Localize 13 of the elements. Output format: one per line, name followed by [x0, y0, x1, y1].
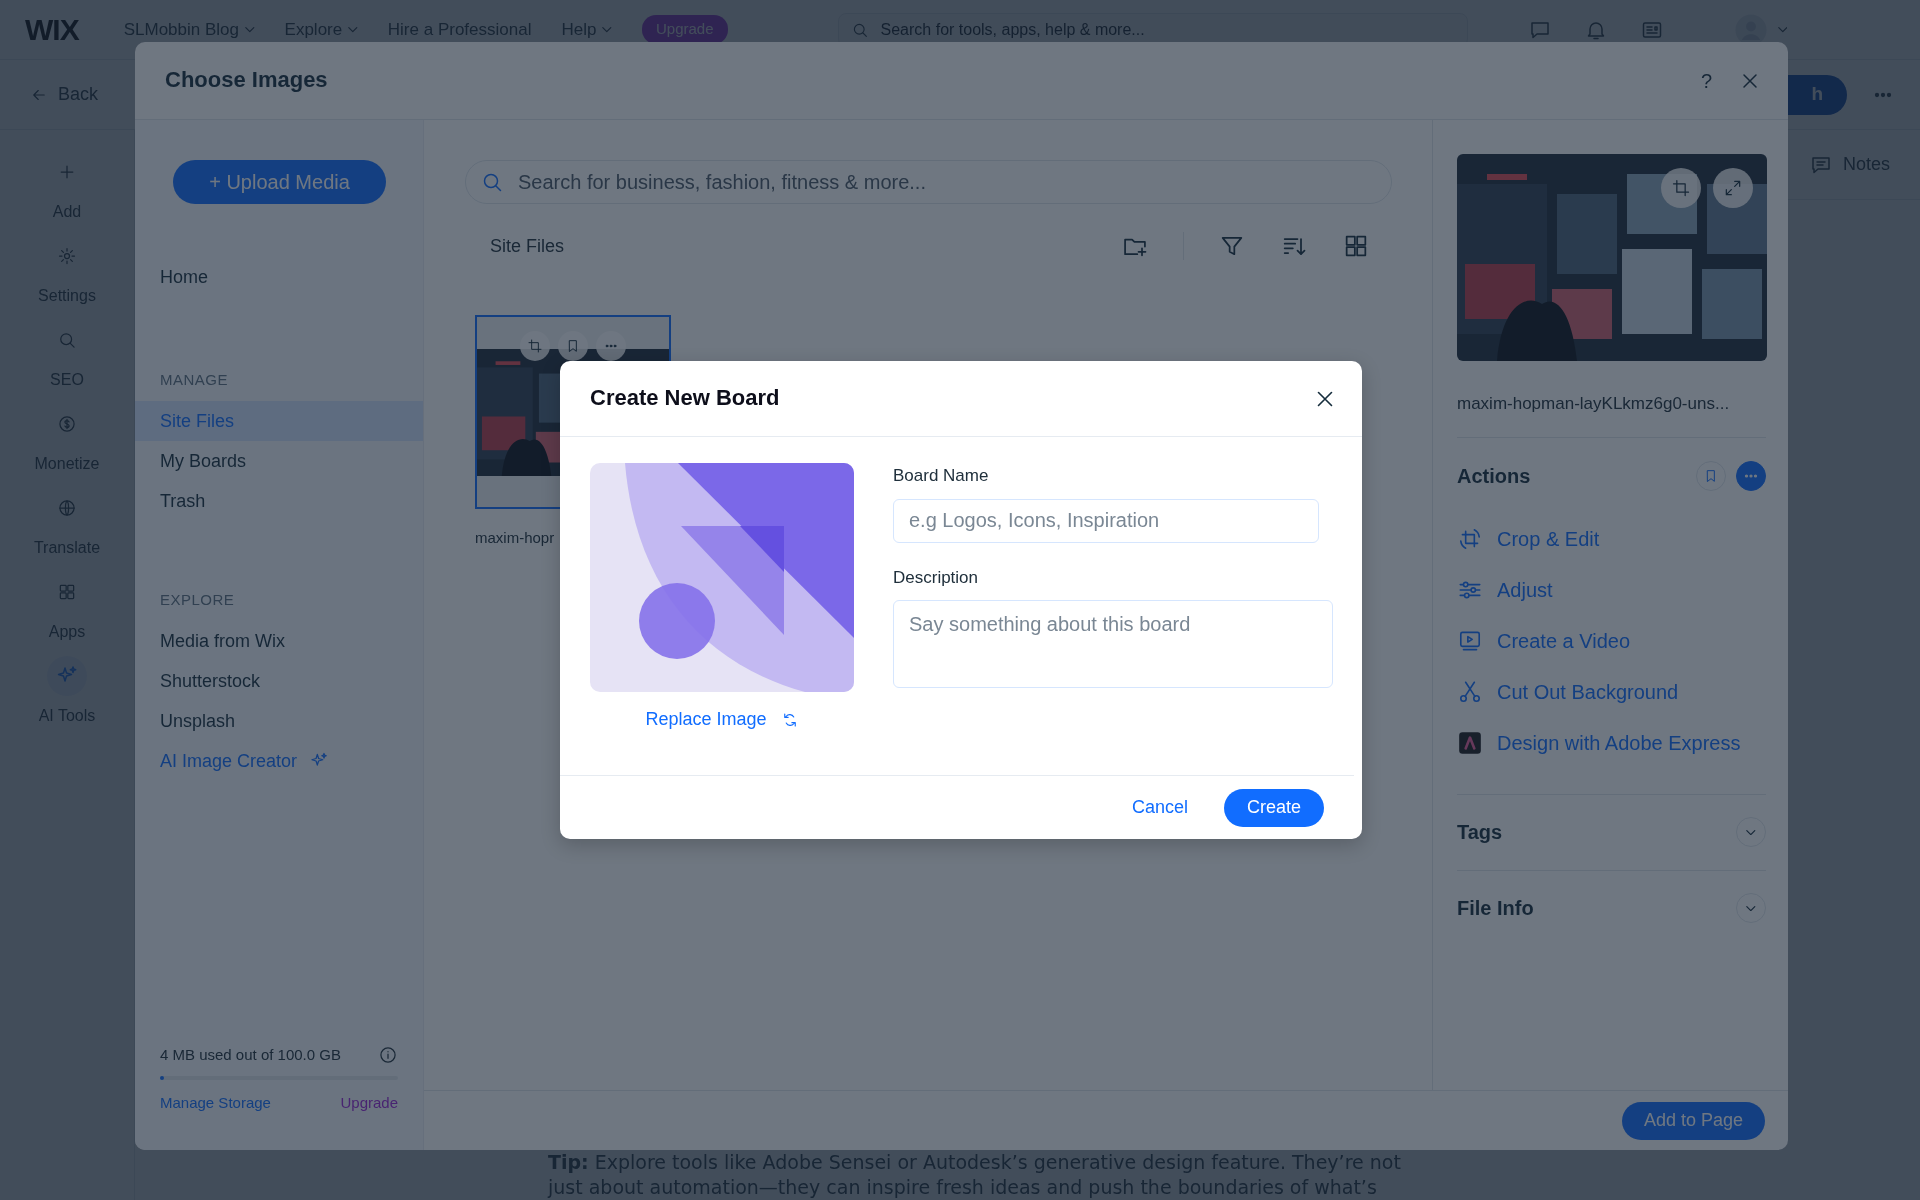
folder-title: Site Files — [490, 234, 565, 258]
file-name: maxim-hopman-layKLkmz6g0-uns... — [1457, 361, 1766, 438]
section-title: Tags — [1457, 820, 1503, 845]
file-name: maxim-hopr — [475, 528, 556, 548]
field-label: Board Name — [893, 465, 990, 487]
dialog-title: Choose Images — [165, 67, 328, 94]
storage-text: 4 MB used out of 100.0 GB — [160, 1045, 341, 1065]
section-title: File Info — [1457, 896, 1534, 921]
section-header: MANAGE — [159, 369, 229, 390]
section-title: Actions — [1457, 463, 1531, 489]
field-label: Description — [893, 566, 980, 589]
section-header: EXPLORE — [159, 589, 236, 610]
modal-title: Create New Board — [590, 385, 780, 412]
